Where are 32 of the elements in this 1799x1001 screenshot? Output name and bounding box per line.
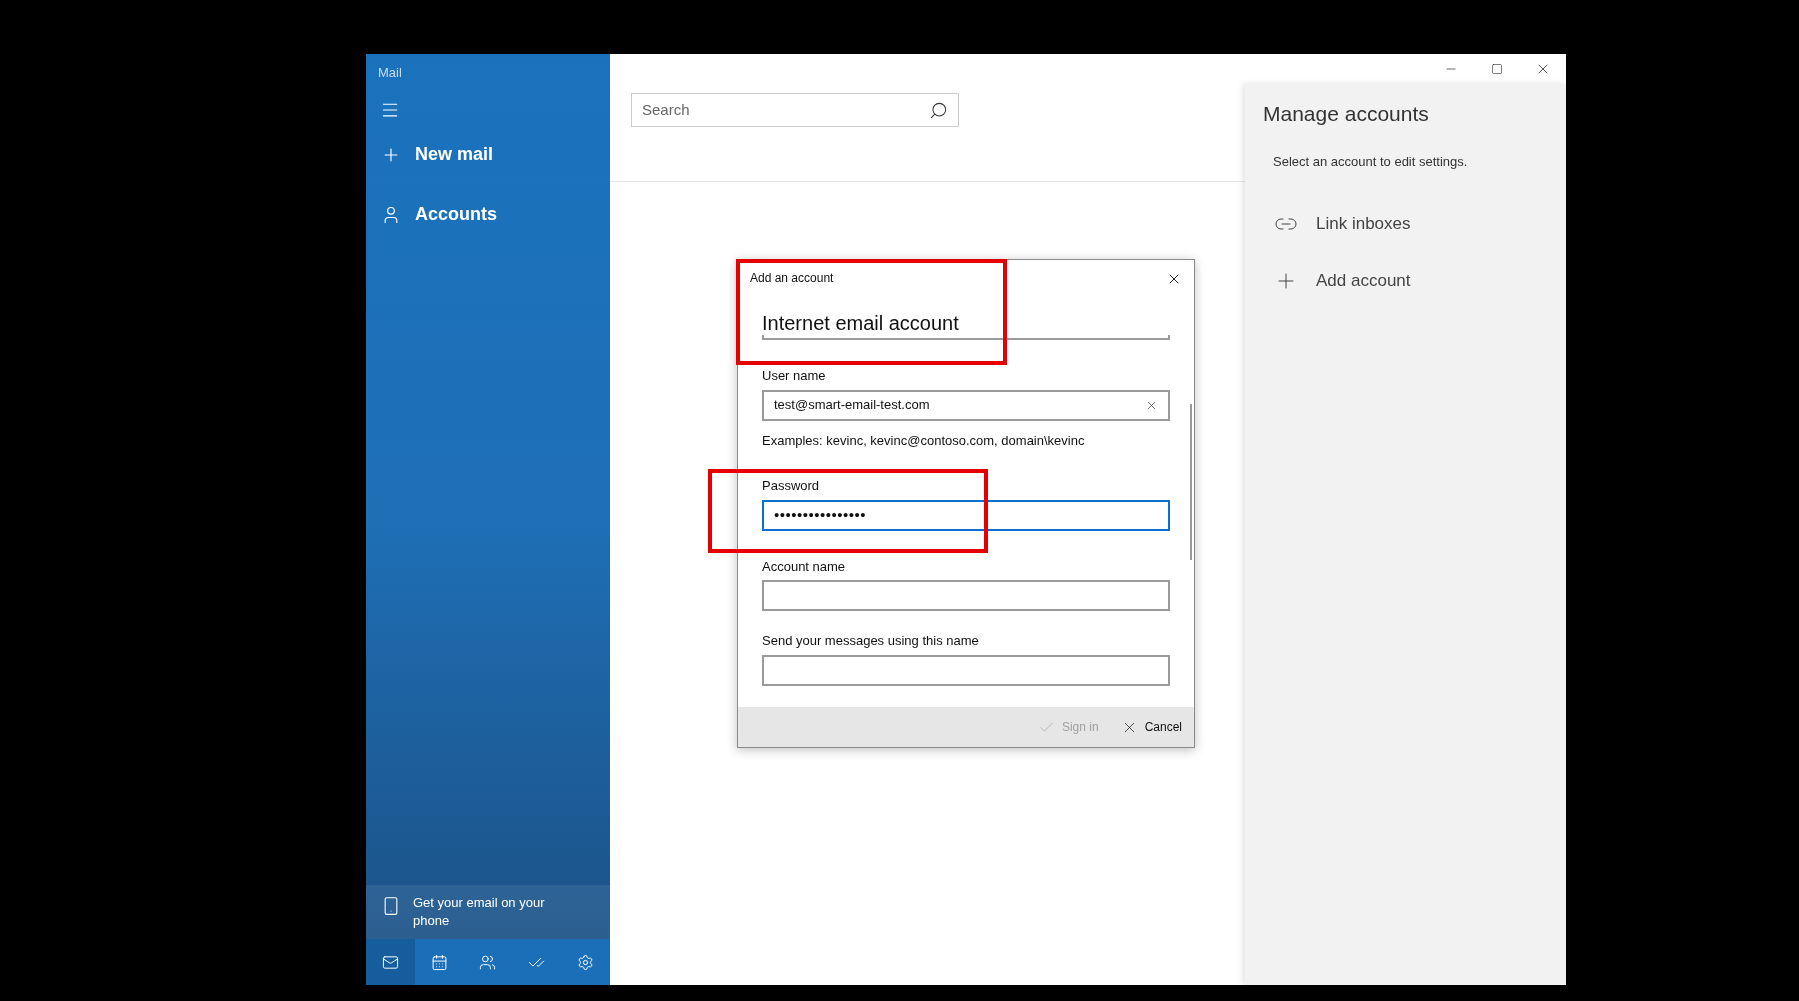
- panel-hint: Select an account to edit settings.: [1272, 152, 1469, 171]
- dialog-caption: Add an account: [750, 270, 834, 287]
- input-field[interactable]: test@smart-email-test.com: [762, 389, 1170, 421]
- sidebar-item[interactable]: New mail: [366, 138, 610, 171]
- sidebar-item[interactable]: Accounts: [366, 198, 610, 231]
- helper-text: Examples: kevinc, kevinc@contoso.com, domain\kevinc: [762, 431, 1085, 450]
- input-field[interactable]: [762, 580, 1170, 611]
- app-title: Mail: [377, 64, 403, 82]
- scrollbar[interactable]: [1190, 404, 1192, 560]
- text-input[interactable]: test@smart-email-test.com: [774, 395, 1145, 415]
- promo-link[interactable]: Get your email on your phone: [366, 885, 610, 939]
- field-label: Password: [762, 477, 820, 495]
- nav-button[interactable]: [366, 939, 415, 985]
- maximize-icon: [1491, 63, 1503, 75]
- dialog-title: Internet email account: [762, 311, 959, 335]
- search-field[interactable]: Search: [631, 93, 959, 127]
- panel-title: Manage accounts: [1262, 101, 1430, 127]
- input-field[interactable]: [762, 654, 1170, 686]
- mail-icon: [381, 953, 399, 971]
- input-field[interactable]: ••••••••••••••••: [762, 499, 1170, 531]
- field-label: Send your messages using this name: [762, 632, 979, 650]
- search-input[interactable]: Search: [642, 98, 929, 122]
- panel-action[interactable]: Link inboxes: [1245, 207, 1566, 241]
- panel-action[interactable]: Add account: [1245, 264, 1566, 298]
- field-label: User name: [762, 367, 826, 385]
- cancel-button[interactable]: Cancel: [1120, 718, 1182, 736]
- calendar-icon: [430, 953, 448, 971]
- people-icon: [479, 953, 497, 971]
- settings-icon: [577, 953, 595, 971]
- search-icon: [929, 100, 948, 120]
- field-label: Account name: [762, 557, 846, 576]
- text-input[interactable]: ••••••••••••••••: [774, 503, 1158, 527]
